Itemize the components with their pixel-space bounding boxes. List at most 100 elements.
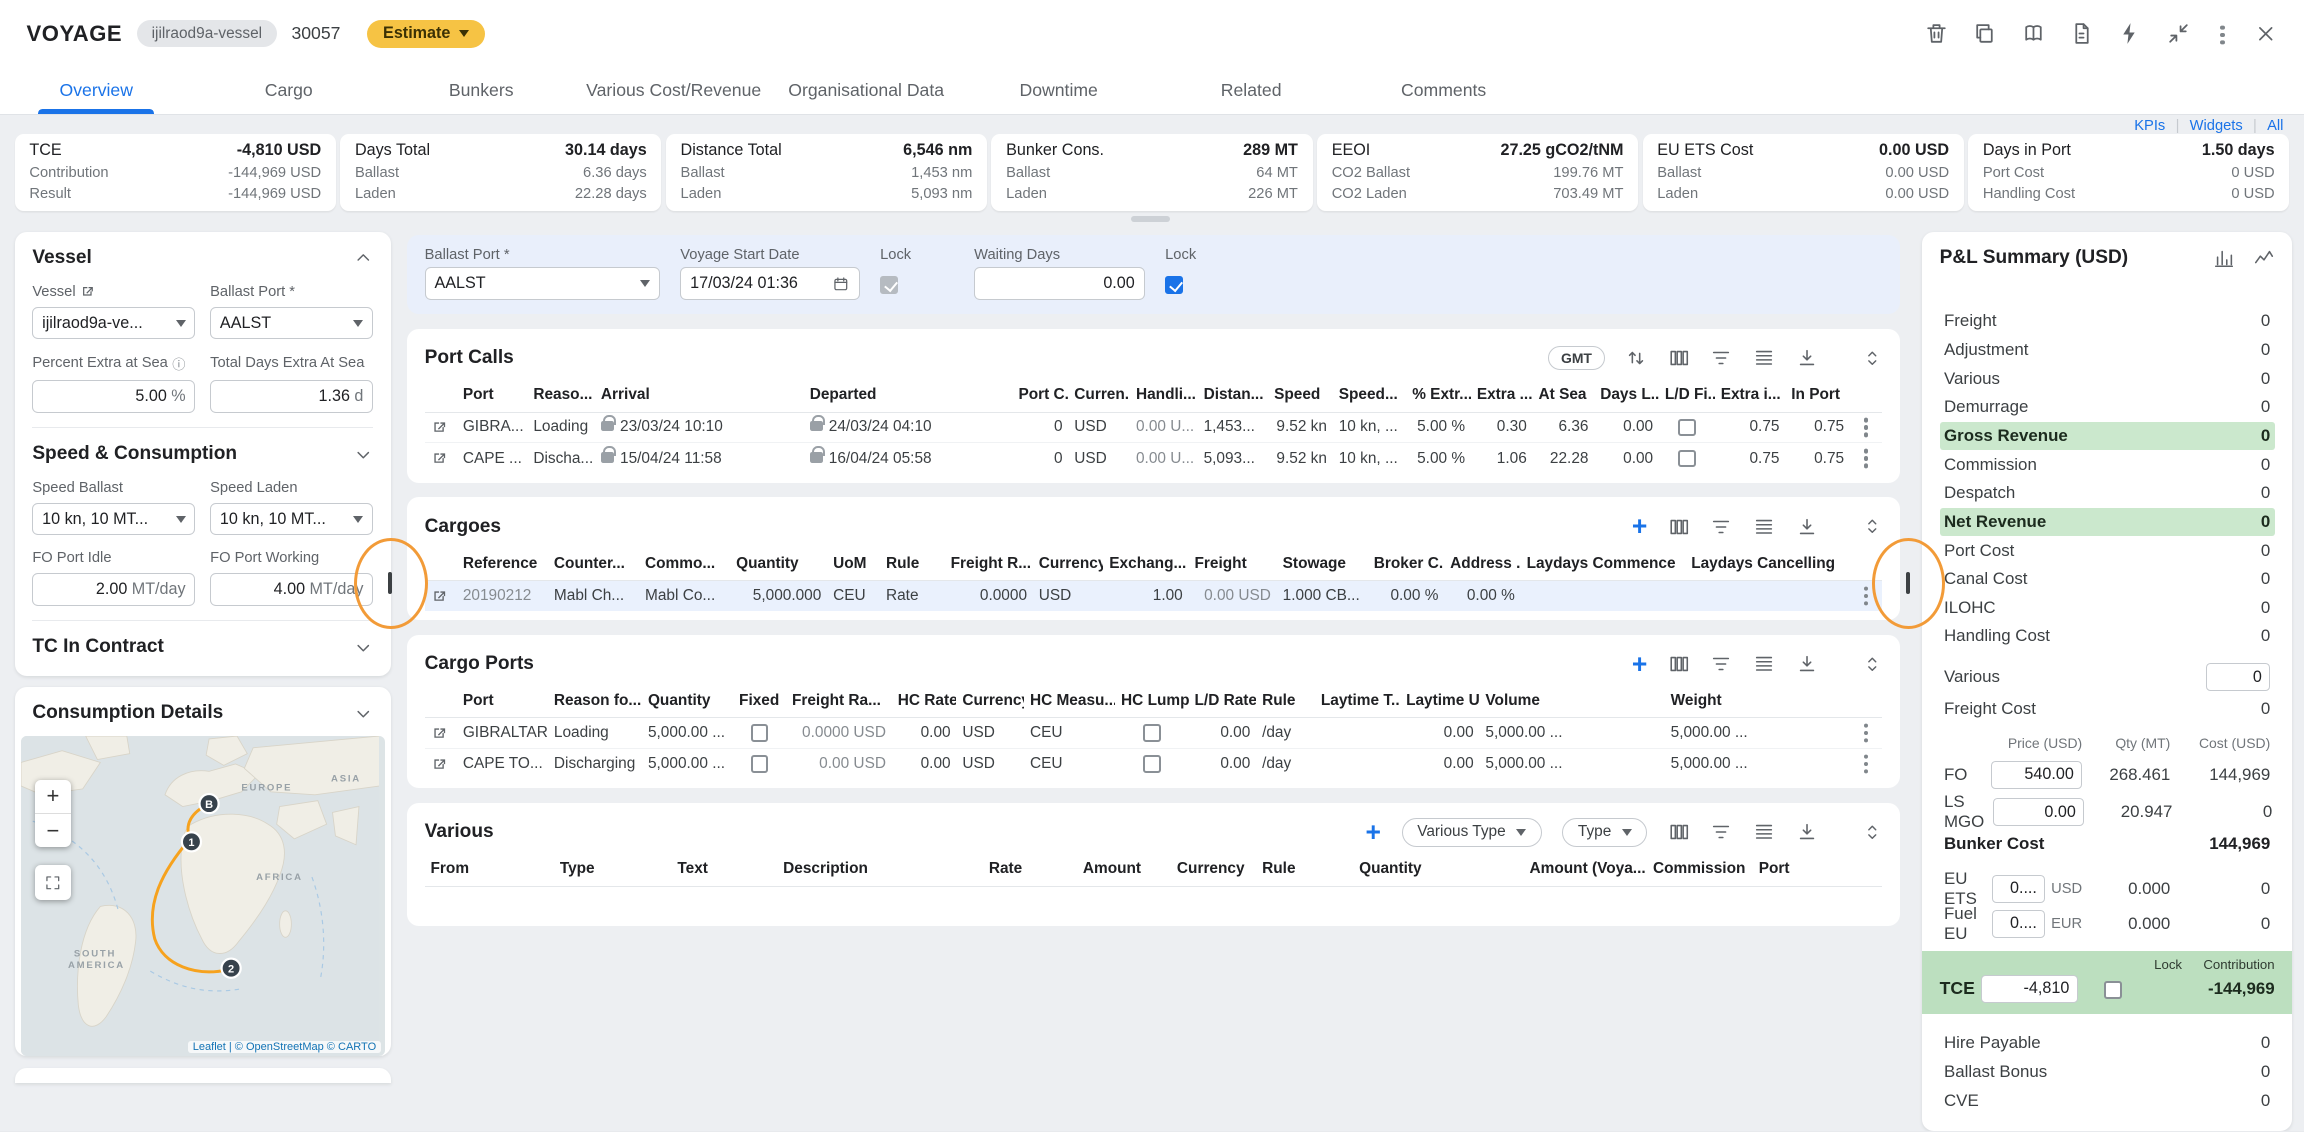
add-cargo-button[interactable]: +: [1632, 516, 1647, 537]
ld-finished-checkbox[interactable]: [1678, 419, 1696, 437]
col-distance[interactable]: Distan...: [1198, 382, 1269, 412]
zoom-out-button[interactable]: −: [35, 814, 70, 848]
voyage-map[interactable]: EUROPE ASIA AFRICA SOUTH AMERICA B 1 2: [21, 736, 385, 1056]
chevron-up-icon[interactable]: [353, 248, 374, 269]
download-icon[interactable]: [1796, 516, 1818, 538]
link-widgets[interactable]: Widgets: [2190, 118, 2243, 134]
open-in-new-icon[interactable]: [80, 284, 95, 299]
various-input[interactable]: 0: [2206, 663, 2271, 691]
filter-icon[interactable]: [1710, 516, 1732, 538]
col-currency[interactable]: Currency: [1171, 856, 1256, 886]
zoom-in-button[interactable]: +: [35, 780, 70, 814]
col-port[interactable]: Port: [457, 688, 548, 718]
col-speed-cons[interactable]: Speed...: [1333, 382, 1406, 412]
unfold-more-icon[interactable]: [1862, 822, 1883, 843]
col-from[interactable]: From: [425, 856, 554, 886]
row-density-icon[interactable]: [1753, 347, 1775, 369]
gmt-button[interactable]: GMT: [1548, 346, 1604, 370]
col-pct-extra[interactable]: % Extr...: [1406, 382, 1471, 412]
ls-mgo-price-input[interactable]: 0.00: [1993, 798, 2084, 826]
col-commission[interactable]: Commission: [1647, 856, 1753, 886]
row-menu-icon[interactable]: [1864, 731, 1868, 735]
col-currency[interactable]: Currency: [956, 688, 1024, 718]
download-icon[interactable]: [1796, 821, 1818, 843]
tab-related[interactable]: Related: [1155, 68, 1347, 114]
download-icon[interactable]: [1796, 653, 1818, 675]
col-rule[interactable]: Rule: [1256, 688, 1315, 718]
col-at-sea[interactable]: At Sea: [1533, 382, 1595, 412]
hc-lumpsum-checkbox[interactable]: [1143, 755, 1161, 773]
col-laytime-terms[interactable]: Laytime T...: [1315, 688, 1400, 718]
col-days-left[interactable]: Days L...: [1594, 382, 1659, 412]
col-handling[interactable]: Handli...: [1130, 382, 1198, 412]
filter-icon[interactable]: [1710, 821, 1732, 843]
ballast-port-select[interactable]: AALST: [425, 267, 660, 299]
col-quantity[interactable]: Quantity: [642, 688, 733, 718]
col-reason[interactable]: Reaso...: [527, 382, 595, 412]
lock-checkbox[interactable]: [1165, 276, 1183, 294]
columns-icon[interactable]: [1668, 347, 1690, 369]
kebab-menu-icon[interactable]: [2214, 20, 2230, 47]
percent-extra-input[interactable]: 5.00%: [32, 380, 195, 412]
row-density-icon[interactable]: [1753, 653, 1775, 675]
download-icon[interactable]: [1796, 347, 1818, 369]
col-port-cost[interactable]: Port C...: [1013, 382, 1069, 412]
tab-organisational-data[interactable]: Organisational Data: [770, 68, 962, 114]
fixed-checkbox[interactable]: [751, 724, 769, 742]
link-kpis[interactable]: KPIs: [2134, 118, 2165, 134]
columns-icon[interactable]: [1668, 653, 1690, 675]
sort-icon[interactable]: [1625, 347, 1647, 369]
filter-icon[interactable]: [1710, 347, 1732, 369]
col-currency[interactable]: Currency: [1033, 550, 1104, 580]
voyage-start-date-input[interactable]: 17/03/24 01:36: [680, 267, 859, 299]
fo-port-idle-input[interactable]: 2.00MT/day: [32, 573, 195, 605]
cargo-port-row[interactable]: GIBRALTAR Loading 5,000.00 ... 0.0000 US…: [425, 718, 1883, 749]
col-speed[interactable]: Speed: [1268, 382, 1333, 412]
col-reference[interactable]: Reference: [457, 550, 548, 580]
col-port[interactable]: Port: [457, 382, 528, 412]
speed-laden-select[interactable]: 10 kn, 10 MT...: [210, 503, 373, 535]
col-exchange[interactable]: Exchang...: [1103, 550, 1188, 580]
filter-icon[interactable]: [1710, 653, 1732, 675]
fo-port-working-input[interactable]: 4.00MT/day: [210, 573, 373, 605]
col-extra-idle[interactable]: Extra i...: [1715, 382, 1786, 412]
cargo-row[interactable]: 20190212 Mabl Ch... Mabl Co... 5,000.000…: [425, 580, 1883, 611]
col-port[interactable]: Port: [1753, 856, 1882, 886]
unfold-more-icon[interactable]: [1862, 654, 1883, 675]
fuel-eu-price-input[interactable]: 0....: [1992, 910, 2045, 938]
col-counterparty[interactable]: Counter...: [548, 550, 639, 580]
speed-ballast-select[interactable]: 10 kn, 10 MT...: [32, 503, 195, 535]
col-laydays-cancelling[interactable]: Laydays Cancelling: [1685, 550, 1850, 580]
columns-icon[interactable]: [1668, 821, 1690, 843]
col-hc-lumpsum[interactable]: HC Lump...: [1115, 688, 1188, 718]
port-call-row[interactable]: GIBRA... Loading 23/03/24 10:10 24/03/24…: [425, 412, 1883, 443]
col-amount[interactable]: Amount: [1077, 856, 1171, 886]
unfold-more-icon[interactable]: [1862, 516, 1883, 537]
fo-price-input[interactable]: 540.00: [1991, 761, 2082, 789]
eu-ets-price-input[interactable]: 0....: [1992, 875, 2045, 903]
col-departed[interactable]: Departed: [804, 382, 1013, 412]
open-row-icon[interactable]: [431, 588, 447, 604]
lock-checkbox[interactable]: [880, 276, 898, 294]
hc-lumpsum-checkbox[interactable]: [1143, 724, 1161, 742]
tce-lock-checkbox[interactable]: [2104, 981, 2122, 999]
col-hc-rate[interactable]: HC Rate: [892, 688, 957, 718]
open-row-icon[interactable]: [431, 450, 447, 466]
collapse-icon[interactable]: [2166, 21, 2191, 46]
col-laydays-commence[interactable]: Laydays Commence: [1521, 550, 1686, 580]
tab-various-cost-revenue[interactable]: Various Cost/Revenue: [577, 68, 769, 114]
col-ld-rate[interactable]: L/D Rate: [1189, 688, 1257, 718]
unfold-more-icon[interactable]: [1862, 348, 1883, 369]
col-uom[interactable]: UoM: [827, 550, 880, 580]
link-all[interactable]: All: [2267, 118, 2283, 134]
various-type-select[interactable]: Various Type: [1402, 818, 1542, 847]
info-icon[interactable]: ⓘ: [172, 354, 185, 373]
col-hc-measure[interactable]: HC Measu...: [1024, 688, 1115, 718]
row-menu-icon[interactable]: [1864, 425, 1868, 429]
copy-icon[interactable]: [1972, 21, 1997, 46]
ld-finished-chec kbox[interactable]: [1678, 450, 1696, 468]
open-row-icon[interactable]: [431, 756, 447, 772]
add-various-button[interactable]: +: [1366, 822, 1381, 843]
row-density-icon[interactable]: [1753, 516, 1775, 538]
col-reason[interactable]: Reason fo...: [548, 688, 642, 718]
